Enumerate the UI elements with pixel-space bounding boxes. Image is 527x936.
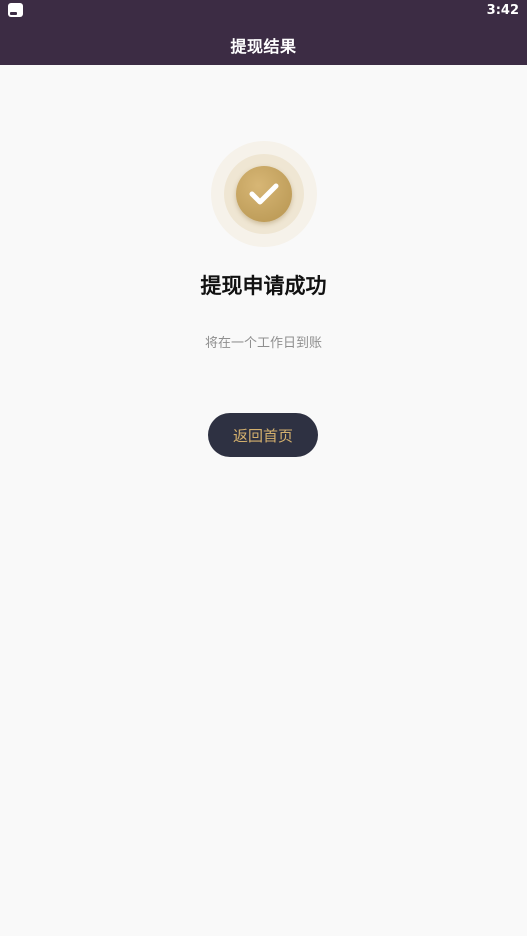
page-title: 提现结果	[230, 36, 297, 56]
success-badge-ring	[224, 154, 304, 234]
app-notification-icon	[8, 3, 23, 17]
result-subtitle: 将在一个工作日到账	[204, 336, 322, 351]
back-to-home-button[interactable]: 返回首页	[208, 413, 318, 457]
title-bar: 提现结果	[0, 24, 527, 65]
status-bar: 3:42	[0, 0, 527, 24]
withdraw-result-page: 3:42 提现结果 提现申请成功 将在一个工作日到账 返回首页	[0, 0, 527, 936]
status-time: 3:42	[486, 3, 519, 18]
check-icon	[249, 183, 279, 205]
success-badge-circle	[236, 166, 292, 222]
result-title: 提现申请成功	[200, 274, 327, 298]
success-badge	[211, 141, 317, 247]
